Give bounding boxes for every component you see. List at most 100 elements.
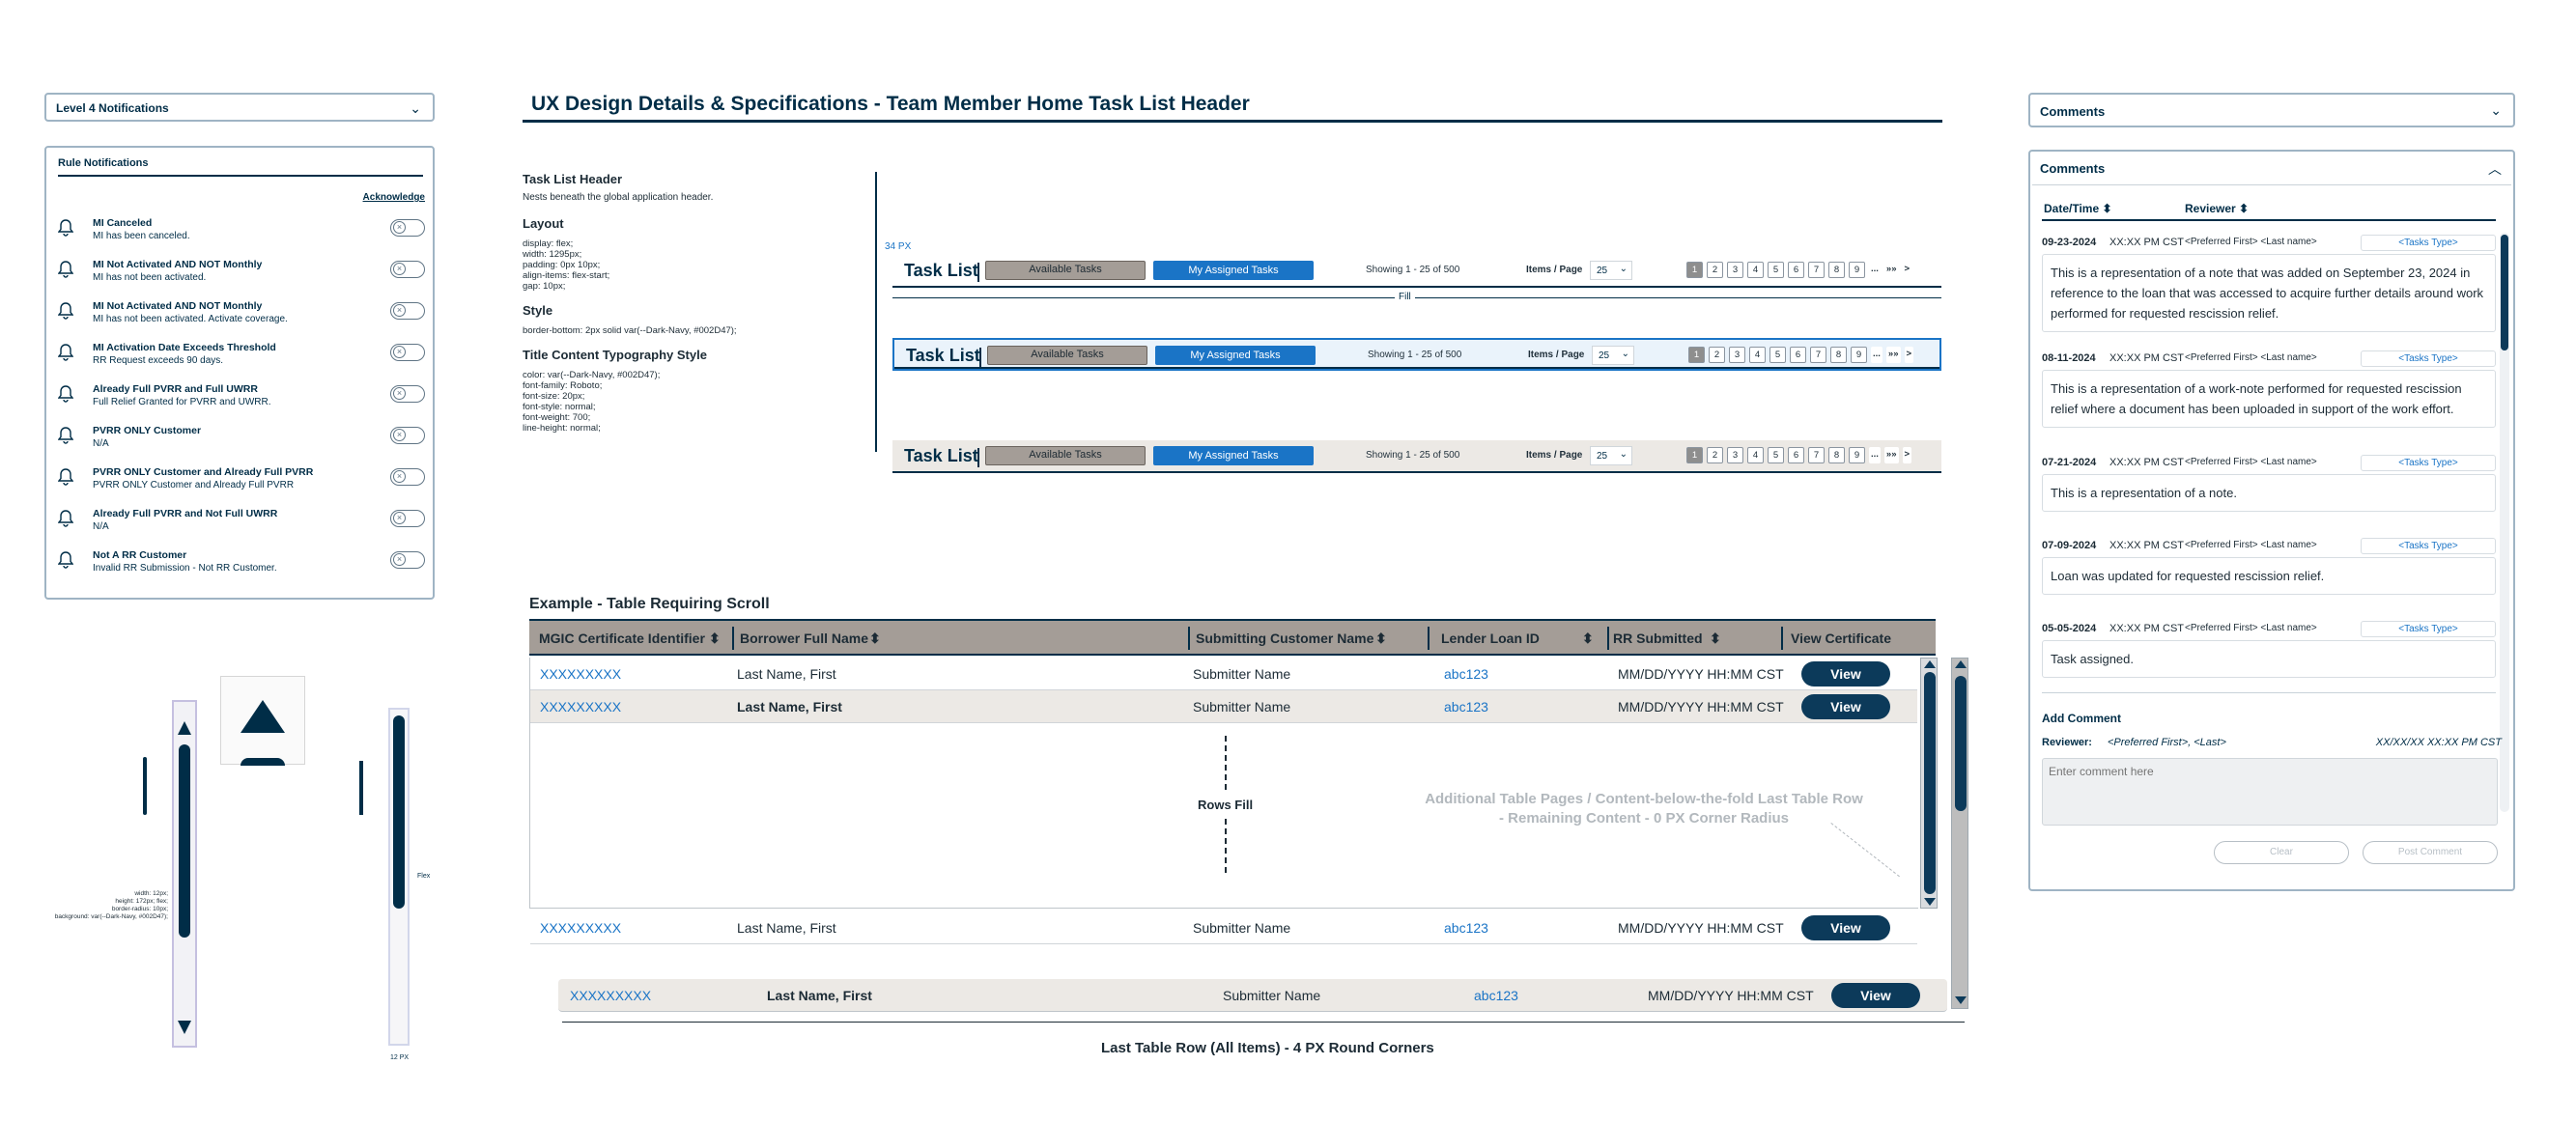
rule-notification: MI Not Activated AND NOT Monthly MI has n… (57, 296, 425, 338)
scroll-up-arrow-icon[interactable] (1924, 660, 1936, 668)
comment-task-type[interactable]: <Tasks Type> (2361, 350, 2496, 367)
sort-icon[interactable]: ⬍ (869, 631, 881, 647)
page-button[interactable]: 3 (1727, 262, 1743, 278)
page-button[interactable]: 8 (1828, 262, 1845, 278)
clear-button[interactable]: Clear (2214, 841, 2349, 864)
page-button[interactable]: 1 (1686, 262, 1703, 278)
page-button[interactable]: 7 (1808, 447, 1825, 463)
outer-scrollbar[interactable] (1951, 658, 1968, 1009)
scroll-up-arrow-icon[interactable] (178, 721, 191, 735)
available-tasks-button[interactable]: Available Tasks (987, 346, 1147, 365)
certificate-link[interactable]: XXXXXXXXX (570, 988, 651, 1003)
column-header-submitter[interactable]: Submitting Customer Name (1196, 631, 1373, 646)
divider (2042, 692, 2496, 693)
page-button[interactable]: 7 (1808, 262, 1825, 278)
acknowledge-toggle[interactable]: × (390, 427, 425, 444)
page-nav-button[interactable]: »» (1885, 347, 1901, 363)
column-header-borrower[interactable]: Borrower Full Name (740, 631, 868, 646)
page-nav-button[interactable]: > (1902, 447, 1912, 463)
comment-task-type[interactable]: <Tasks Type> (2361, 455, 2496, 471)
page-button[interactable]: 1 (1686, 447, 1703, 463)
page-button[interactable]: 9 (1849, 447, 1865, 463)
column-header-rr-submitted[interactable]: RR Submitted (1613, 631, 1703, 646)
page-button[interactable]: 8 (1830, 347, 1847, 363)
scroll-up-arrow-icon[interactable] (1955, 660, 1967, 668)
sort-icon[interactable]: ⬍ (1375, 631, 1387, 647)
page-button[interactable]: 4 (1747, 447, 1764, 463)
scroll-thumb[interactable] (179, 744, 190, 938)
page-button[interactable]: 2 (1707, 447, 1723, 463)
page-title: UX Design Details & Specifications - Tea… (531, 93, 1250, 115)
available-tasks-button[interactable]: Available Tasks (985, 261, 1146, 280)
certificate-link[interactable]: XXXXXXXXX (540, 920, 621, 936)
page-button[interactable]: 2 (1707, 262, 1723, 278)
rule-title: MI Canceled (93, 217, 153, 229)
comment-input[interactable] (2042, 758, 2498, 826)
available-tasks-button[interactable]: Available Tasks (985, 446, 1146, 465)
acknowledge-toggle[interactable]: × (390, 344, 425, 361)
scroll-down-arrow-icon[interactable] (1924, 898, 1936, 906)
scrollbar-spec-track (172, 700, 197, 1048)
scroll-down-arrow-icon[interactable] (178, 1021, 191, 1034)
loan-id-link[interactable]: abc123 (1444, 920, 1488, 936)
page-button[interactable]: 1 (1688, 347, 1705, 363)
acknowledge-toggle[interactable]: × (390, 261, 425, 278)
sort-icon[interactable]: ⬍ (1710, 631, 1721, 647)
items-per-page-select[interactable]: 25 ⌄ (1590, 261, 1632, 280)
page-button[interactable]: 8 (1828, 447, 1845, 463)
comment-task-type[interactable]: <Tasks Type> (2361, 621, 2496, 637)
my-assigned-tasks-button[interactable]: My Assigned Tasks (1155, 346, 1316, 365)
page-button[interactable]: 3 (1729, 347, 1745, 363)
view-button[interactable]: View (1831, 983, 1920, 1008)
page-button[interactable]: 6 (1790, 347, 1806, 363)
column-header-loan-id[interactable]: Lender Loan ID (1441, 631, 1540, 646)
column-reviewer[interactable]: Reviewer ⬍ (2185, 202, 2249, 215)
scroll-down-arrow-icon[interactable] (1955, 996, 1967, 1004)
sort-icon[interactable]: ⬍ (2239, 202, 2249, 215)
sort-icon[interactable]: ⬍ (1582, 631, 1594, 647)
page-nav-button[interactable]: > (1902, 262, 1912, 278)
acknowledge-toggle[interactable]: × (390, 219, 425, 237)
page-button[interactable]: 9 (1849, 262, 1865, 278)
page-button[interactable]: 2 (1709, 347, 1725, 363)
column-header-certificate[interactable]: MGIC Certificate Identifier (539, 631, 705, 646)
comments-scrollbar[interactable] (2500, 233, 2509, 812)
table-scrollbar[interactable] (1920, 658, 1938, 909)
comments-collapsed[interactable]: Comments ⌄ (2028, 93, 2515, 127)
page-button[interactable]: 4 (1747, 262, 1764, 278)
page-nav-button[interactable]: »» (1883, 262, 1899, 278)
page-nav-button[interactable]: »» (1883, 447, 1899, 463)
page-button[interactable]: 6 (1788, 262, 1804, 278)
comment-task-type[interactable]: <Tasks Type> (2361, 538, 2496, 554)
my-assigned-tasks-button[interactable]: My Assigned Tasks (1153, 261, 1314, 280)
page-button[interactable]: 5 (1768, 262, 1784, 278)
sort-icon[interactable]: ⬍ (2102, 202, 2111, 215)
sort-icon[interactable]: ⬍ (709, 631, 721, 647)
page-button[interactable]: 5 (1769, 347, 1786, 363)
page-nav-button[interactable]: > (1904, 347, 1914, 363)
page-button[interactable]: 9 (1851, 347, 1867, 363)
scroll-thumb[interactable] (1924, 672, 1936, 894)
page-button[interactable]: 5 (1768, 447, 1784, 463)
view-button[interactable]: View (1801, 915, 1890, 940)
page-button[interactable]: 4 (1749, 347, 1766, 363)
comment-task-type[interactable]: <Tasks Type> (2361, 235, 2496, 251)
scroll-thumb[interactable] (2501, 235, 2508, 350)
acknowledge-toggle[interactable]: × (390, 385, 425, 403)
page-button[interactable]: 7 (1810, 347, 1826, 363)
page-button[interactable]: 3 (1727, 447, 1743, 463)
page-button[interactable]: 6 (1788, 447, 1804, 463)
acknowledge-toggle[interactable]: × (390, 510, 425, 527)
chevron-up-icon[interactable]: ︿ (2488, 159, 2502, 179)
post-comment-button[interactable]: Post Comment (2363, 841, 2498, 864)
items-per-page-select[interactable]: 25 ⌄ (1592, 346, 1634, 365)
items-per-page-select[interactable]: 25 ⌄ (1590, 446, 1632, 465)
level-notifications-dropdown[interactable]: Level 4 Notifications ⌄ (44, 93, 435, 122)
acknowledge-toggle[interactable]: × (390, 551, 425, 569)
column-date-time[interactable]: Date/Time ⬍ (2044, 202, 2112, 215)
acknowledge-toggle[interactable]: × (390, 468, 425, 486)
my-assigned-tasks-button[interactable]: My Assigned Tasks (1153, 446, 1314, 465)
acknowledge-toggle[interactable]: × (390, 302, 425, 320)
loan-id-link[interactable]: abc123 (1474, 988, 1518, 1003)
scroll-thumb[interactable] (1955, 676, 1967, 811)
